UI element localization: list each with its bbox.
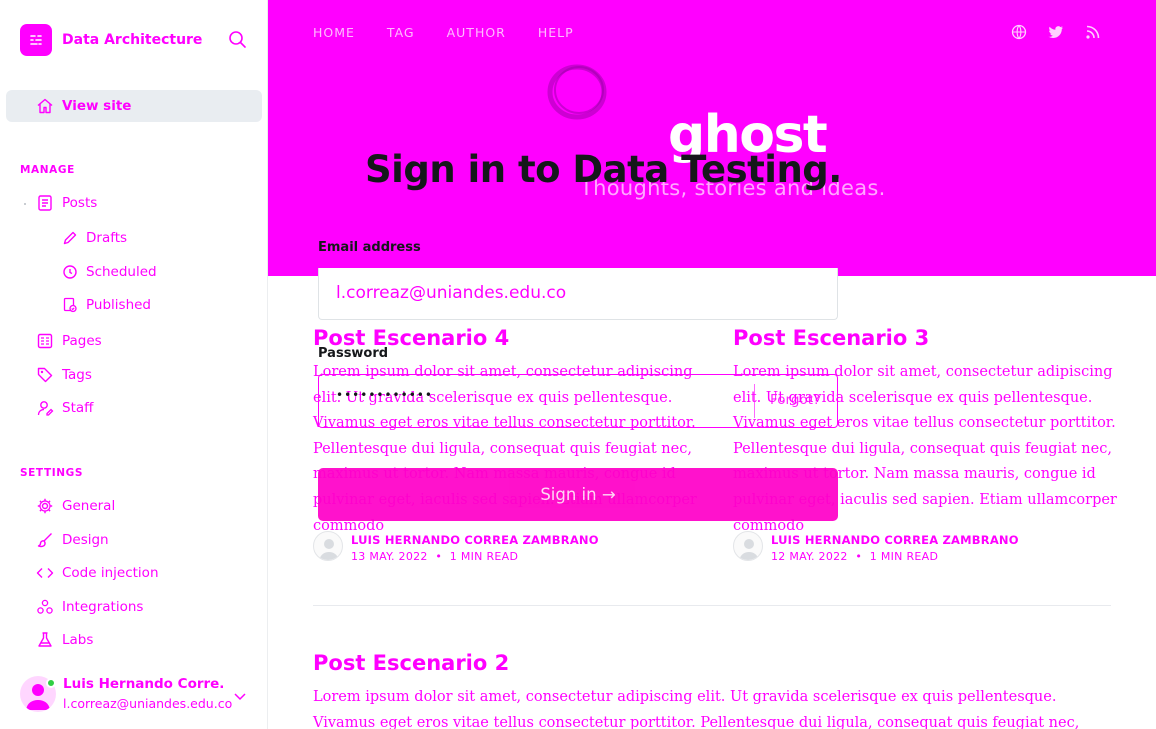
settings-section-title: SETTINGS — [20, 467, 83, 479]
post-date: 12 MAY. 2022 — [771, 550, 848, 563]
brand[interactable]: Data Architecture — [20, 24, 202, 56]
email-label: Email address — [318, 240, 421, 255]
post-read-time: 1 MIN READ — [869, 550, 939, 563]
sidebar-item-staff[interactable]: Staff — [36, 397, 93, 419]
twitter-icon[interactable] — [1048, 24, 1064, 40]
sidebar-item-label: General — [62, 498, 116, 514]
password-label: Password — [318, 346, 389, 361]
integrations-icon — [37, 599, 53, 614]
post-excerpt[interactable]: Lorem ipsum dolor sit amet, consectetur … — [313, 685, 1118, 729]
sidebar-item-label: Tags — [62, 367, 92, 383]
chevron-down-icon[interactable] — [232, 688, 248, 704]
sidebar-item-label: Code injection — [62, 565, 159, 581]
staff-icon — [37, 401, 54, 416]
brand-logo-icon — [20, 24, 52, 56]
sidebar-item-label: Drafts — [86, 230, 128, 246]
search-icon[interactable] — [228, 30, 248, 50]
signin-button[interactable]: Sign in → — [318, 468, 838, 521]
view-site-link[interactable]: View site — [6, 90, 262, 122]
site-nav: HOME TAG AUTHOR HELP — [313, 25, 606, 40]
loading-ring-icon — [544, 60, 610, 124]
user-email: l.correaz@uniandes.edu.co — [63, 696, 233, 711]
sidebar-item-design[interactable]: Design — [36, 529, 109, 551]
sidebar-item-label: Integrations — [62, 599, 144, 615]
sidebar-item-label: Labs — [62, 632, 94, 648]
pencil-icon — [63, 231, 77, 245]
brush-icon — [37, 533, 52, 548]
sidebar-item-code-injection[interactable]: Code injection — [36, 562, 159, 584]
author-avatar-icon[interactable] — [313, 531, 343, 561]
code-icon — [36, 568, 54, 578]
forgot-divider — [754, 384, 755, 418]
clock-icon — [63, 265, 77, 279]
admin-sidebar: Data Architecture View site MANAGE Posts… — [0, 0, 268, 729]
sidebar-item-drafts[interactable]: Drafts — [62, 227, 127, 249]
user-name: Luis Hernando Corre... — [63, 676, 223, 692]
rss-icon[interactable] — [1085, 24, 1101, 40]
sidebar-item-label: Staff — [62, 400, 94, 416]
post-meta: LUIS HERNANDO CORREA ZAMBRANO 13 MAY. 20… — [313, 531, 599, 563]
published-icon — [63, 297, 77, 313]
sidebar-item-label: Scheduled — [86, 264, 157, 280]
flask-icon — [38, 632, 52, 647]
forgot-password-link[interactable]: Forgot? — [770, 392, 820, 408]
post-author[interactable]: LUIS HERNANDO CORREA ZAMBRANO — [771, 533, 1019, 547]
site-preview: HOME TAG AUTHOR HELP ghost Thoughts, sto… — [268, 0, 1156, 729]
manage-section-title: MANAGE — [20, 164, 75, 176]
post-date: 13 MAY. 2022 — [351, 550, 428, 563]
post-title[interactable]: Post Escenario 3 — [733, 326, 929, 350]
posts-icon — [38, 195, 52, 211]
nav-help[interactable]: HELP — [538, 25, 574, 40]
sidebar-item-label: Pages — [62, 333, 102, 349]
author-avatar-icon[interactable] — [733, 531, 763, 561]
sidebar-item-label: Posts — [62, 195, 98, 211]
post-author[interactable]: LUIS HERNANDO CORREA ZAMBRANO — [351, 533, 599, 547]
sidebar-item-labs[interactable]: Labs — [36, 629, 93, 651]
sidebar-item-posts[interactable]: Posts — [36, 192, 97, 214]
view-site-label: View site — [62, 98, 132, 114]
nav-home[interactable]: HOME — [313, 25, 355, 40]
home-icon — [37, 98, 53, 114]
signin-title: Sign in to Data Testing. — [365, 148, 842, 191]
sidebar-item-general[interactable]: General — [36, 495, 115, 517]
site-header: HOME TAG AUTHOR HELP ghost Thoughts, sto… — [268, 0, 1156, 276]
email-value[interactable]: l.correaz@uniandes.edu.co — [336, 283, 566, 303]
tag-icon — [37, 367, 53, 383]
posts-expand-dot — [24, 203, 26, 205]
pages-icon — [37, 333, 53, 349]
post-read-time: 1 MIN READ — [449, 550, 519, 563]
online-status-dot — [46, 678, 56, 688]
post-divider — [313, 605, 1111, 606]
sidebar-item-label: Design — [62, 532, 109, 548]
brand-name: Data Architecture — [62, 32, 203, 48]
post-title[interactable]: Post Escenario 2 — [313, 651, 509, 675]
sidebar-item-tags[interactable]: Tags — [36, 364, 92, 386]
nav-tag[interactable]: TAG — [387, 25, 415, 40]
gear-icon — [37, 498, 53, 514]
sidebar-item-published[interactable]: Published — [62, 294, 151, 316]
nav-author[interactable]: AUTHOR — [447, 25, 506, 40]
password-value[interactable]: •••••••••••• — [336, 388, 433, 402]
sidebar-item-pages[interactable]: Pages — [36, 330, 102, 352]
sidebar-item-integrations[interactable]: Integrations — [36, 596, 143, 618]
sidebar-item-scheduled[interactable]: Scheduled — [62, 261, 157, 283]
post-meta: LUIS HERNANDO CORREA ZAMBRANO 12 MAY. 20… — [733, 531, 1019, 563]
sidebar-item-label: Published — [86, 297, 151, 313]
globe-icon[interactable] — [1011, 24, 1027, 40]
signin-button-label: Sign in → — [540, 485, 616, 504]
